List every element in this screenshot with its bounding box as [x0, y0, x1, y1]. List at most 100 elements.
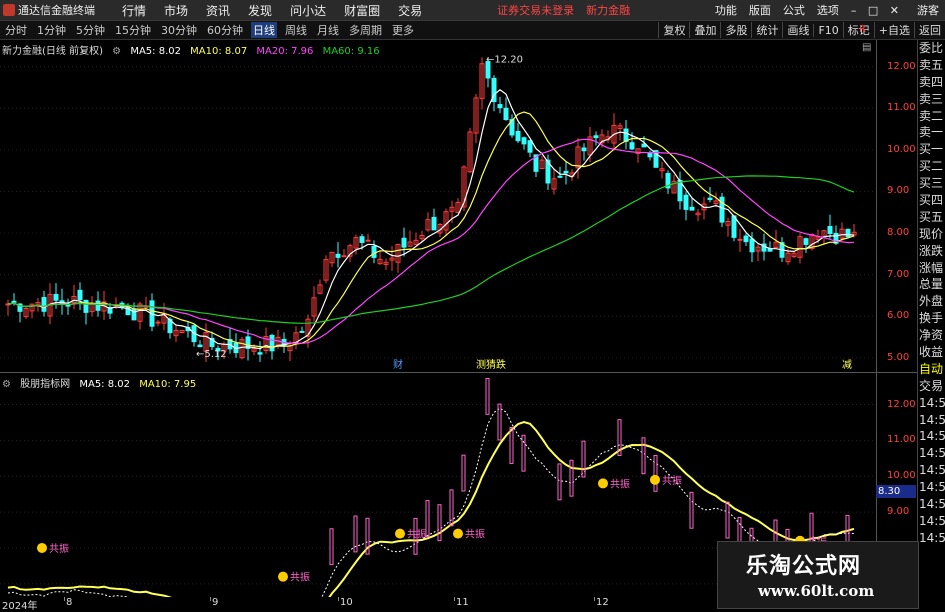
side-panel-item[interactable]: 换手: [918, 310, 945, 327]
candle-body: [521, 137, 527, 145]
btn-add-favorite[interactable]: +自选: [873, 22, 914, 38]
candle-body: [515, 130, 521, 142]
side-panel-item[interactable]: 买五: [918, 209, 945, 226]
period-toolbar: 分时 1分钟 5分钟 15分钟 30分钟 60分钟 日线 周线 月线 多周期 更…: [0, 21, 945, 40]
btn-multi-stock[interactable]: 多股: [720, 22, 751, 38]
date-tick: [338, 597, 339, 601]
user-label[interactable]: 游客: [917, 2, 939, 18]
side-panel-item[interactable]: 交易: [918, 378, 945, 395]
indicator-bar: [521, 434, 526, 472]
btn-adjust[interactable]: 复权: [658, 22, 689, 38]
menu-wealth[interactable]: 财富圈: [344, 2, 380, 19]
candle-body: [683, 194, 689, 210]
side-panel-item[interactable]: 总量: [918, 276, 945, 293]
side-panel-item[interactable]: 14:56: [918, 428, 945, 445]
indicator-bar: [653, 454, 658, 492]
event-marker: 测猜跌: [476, 358, 506, 371]
menu-trade[interactable]: 交易: [398, 2, 422, 19]
side-panel-item[interactable]: 卖一: [918, 124, 945, 141]
btn-back[interactable]: 返回: [914, 22, 945, 38]
side-panel-item[interactable]: 14:56: [918, 445, 945, 462]
signal-label: 共振: [407, 528, 427, 541]
candle-body: [401, 237, 407, 248]
side-panel-item[interactable]: 买二: [918, 158, 945, 175]
date-label: 2024年: [2, 601, 38, 612]
side-panel-item[interactable]: 14:56: [918, 496, 945, 513]
candle-body: [371, 245, 377, 258]
side-panel-item[interactable]: 外盘: [918, 293, 945, 310]
side-panel-item[interactable]: 14:56: [918, 462, 945, 479]
candlestick-chart[interactable]: ←12.20 ←5.12 财 测猜跌 减: [0, 40, 876, 372]
side-panel-item[interactable]: 买一: [918, 141, 945, 158]
candle-body: [749, 238, 755, 253]
side-panel-item[interactable]: 14:56: [918, 395, 945, 412]
event-marker: 减: [842, 359, 852, 371]
menu-options[interactable]: 选项: [817, 2, 839, 18]
side-panel-item[interactable]: 涨跌: [918, 243, 945, 260]
date-tick: [594, 597, 595, 601]
side-panel-item[interactable]: 自动: [918, 361, 945, 378]
y-tick-label: 12.00: [887, 60, 916, 72]
side-panel-item[interactable]: 卖二: [918, 108, 945, 125]
candle-body: [527, 140, 533, 153]
period-multi[interactable]: 多周期: [347, 22, 384, 38]
date-tick: [454, 597, 455, 601]
menu-formula[interactable]: 公式: [783, 2, 805, 18]
current-value-tag: 8.30: [876, 485, 916, 498]
period-30min[interactable]: 30分钟: [159, 22, 199, 38]
btn-f10[interactable]: F10: [813, 23, 842, 37]
signal-label: 共振: [610, 477, 630, 490]
btn-stats[interactable]: 统计: [751, 22, 782, 38]
signal-label: 共振: [662, 474, 682, 487]
btn-overlay[interactable]: 叠加: [689, 22, 720, 38]
side-panel-item[interactable]: 14:56: [918, 479, 945, 496]
menu-bar: 通达信金融终端 行情 市场 资讯 发现 问小达 财富圈 交易 证券交易未登录 新…: [0, 0, 945, 21]
period-5min[interactable]: 5分钟: [74, 22, 107, 38]
period-weekly[interactable]: 周线: [283, 22, 309, 38]
period-1min[interactable]: 1分钟: [35, 22, 68, 38]
side-panel-item[interactable]: 14:56: [918, 513, 945, 530]
y-tick-label: 9.00: [887, 185, 910, 197]
menu-layout[interactable]: 版面: [749, 2, 771, 18]
period-60min[interactable]: 60分钟: [205, 22, 245, 38]
period-intraday[interactable]: 分时: [3, 22, 29, 38]
side-panel-item[interactable]: 买三: [918, 175, 945, 192]
side-panel-item[interactable]: 14:56: [918, 412, 945, 429]
signal-smiley-icon: [453, 528, 463, 539]
side-panel-item[interactable]: 净资: [918, 327, 945, 344]
y-tick-label: 11.00: [887, 102, 916, 114]
side-panel-item[interactable]: 卖三: [918, 91, 945, 108]
side-panel-item[interactable]: 卖四: [918, 74, 945, 91]
btn-draw[interactable]: 画线: [782, 22, 813, 38]
candle-body: [629, 142, 635, 150]
menu-ask[interactable]: 问小达: [290, 2, 326, 19]
period-monthly[interactable]: 月线: [315, 22, 341, 38]
candle-body: [689, 206, 695, 211]
period-daily[interactable]: 日线: [251, 22, 277, 38]
side-panel-item[interactable]: 14:56: [918, 530, 945, 547]
indicator-bar: [461, 454, 466, 492]
signal-label: 共振: [49, 542, 69, 555]
side-panel-item[interactable]: 收益: [918, 344, 945, 361]
window-controls[interactable]: – □ ✕: [851, 4, 903, 17]
y-tick-label: 10.00: [887, 143, 916, 155]
menu-function[interactable]: 功能: [715, 2, 737, 18]
menu-market-quotes[interactable]: 行情: [122, 2, 146, 19]
side-panel-item[interactable]: 买四: [918, 192, 945, 209]
menu-discover[interactable]: 发现: [248, 2, 272, 19]
side-panel-item[interactable]: 涨幅: [918, 260, 945, 277]
indicator-bar: [557, 463, 562, 501]
period-more[interactable]: 更多: [390, 22, 416, 38]
side-panel-item[interactable]: 现价: [918, 226, 945, 243]
side-panel-item[interactable]: 卖五: [918, 57, 945, 74]
signal-smiley-icon: [598, 478, 608, 489]
candle-body: [737, 238, 743, 241]
menu-news[interactable]: 资讯: [206, 2, 230, 19]
login-status[interactable]: 证券交易未登录: [497, 2, 574, 18]
sub-y-tick-label: 10.00: [887, 470, 916, 482]
side-panel-item[interactable]: 委比: [918, 40, 945, 57]
menu-market[interactable]: 市场: [164, 2, 188, 19]
candle-body: [743, 235, 749, 243]
period-15min[interactable]: 15分钟: [113, 22, 153, 38]
candle-body: [581, 147, 587, 152]
